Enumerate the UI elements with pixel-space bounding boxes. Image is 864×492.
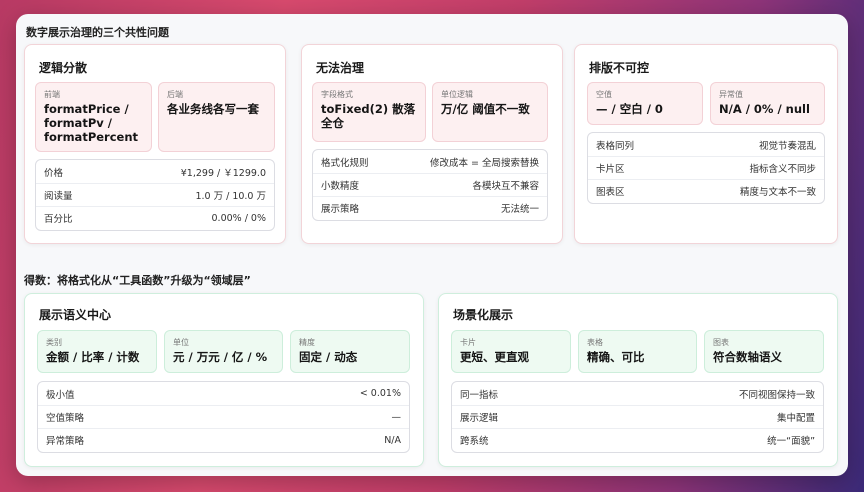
row-value: 各模块互不兼容 [472,181,539,192]
table-row: 极小值 < 0.01% [38,382,409,405]
row-key: 阅读量 [44,191,73,202]
row-key: 空值策略 [46,413,85,424]
chip-label: 精度 [299,338,315,347]
chip-precision: 精度 固定 / 动态 [290,330,410,373]
problem-card-layout-uncontrollable: 排版不可控 空值 — / 空白 / 0 异常值 N/A / 0% / null … [574,44,838,244]
chip-unit: 单位 元 / 万元 / 亿 / % [164,330,283,373]
row-key: 极小值 [46,389,75,401]
chip-label: 空值 [596,90,612,99]
table-row: 展示策略 无法统一 [313,196,547,219]
row-key: 价格 [44,167,64,179]
chip-label: 单位逻辑 [441,90,473,99]
table-row: 展示逻辑 集中配置 [452,405,823,428]
chip-abnormal-value: 异常值 N/A / 0% / null [710,82,825,125]
problem-card-ungovernable: 无法治理 字段格式 toFixed(2) 散落全仓 单位逻辑 万/亿 阈值不一致… [301,44,563,244]
chip-value: N/A / 0% / null [719,102,810,116]
chip-category: 类别 金额 / 比率 / 计数 [37,330,157,373]
chip-label: 单位 [173,338,189,347]
chip-value: 更短、更直观 [460,350,529,364]
chip-value: 金额 / 比率 / 计数 [46,350,140,364]
table-row: 图表区 精度与文本不一致 [588,179,824,202]
section-title-problems: 数字展示治理的三个共性问题 [26,26,169,39]
chip-label: 卡片 [460,338,476,347]
row-key: 表格同列 [596,140,635,152]
row-value: ¥1,299 / ￥1299.0 [180,167,266,179]
row-key: 卡片区 [596,164,625,175]
main-panel: 数字展示治理的三个共性问题 逻辑分散 前端 formatPrice / form… [16,14,848,476]
card-title: 逻辑分散 [39,61,88,75]
row-value: 指标含义不同步 [749,164,816,175]
chip-value: 各业务线各写一套 [167,102,259,116]
card-title: 场景化展示 [453,308,514,322]
chip-null-value: 空值 — / 空白 / 0 [587,82,703,125]
row-value: 不同视图保持一致 [738,389,815,401]
problem-table: 格式化规则 修改成本 = 全局搜索替换 小数精度 各模块互不兼容 展示策略 无法统一 [312,149,548,221]
card-title: 排版不可控 [589,61,650,75]
chip-value: — / 空白 / 0 [596,102,663,116]
table-row: 百分比 0.00% / 0% [36,206,274,229]
row-value: 修改成本 = 全局搜索替换 [430,157,539,169]
chip-label: 字段格式 [321,90,353,99]
row-key: 异常策略 [46,436,85,447]
row-value: 集中配置 [776,413,815,424]
card-title: 无法治理 [316,61,365,75]
row-key: 跨系统 [460,436,489,447]
row-value: 无法统一 [500,204,539,215]
chip-backend: 后端 各业务线各写一套 [158,82,275,152]
row-key: 格式化规则 [321,157,369,169]
row-value: 0.00% / 0% [211,212,267,224]
chip-frontend: 前端 formatPrice / formatPv / formatPercen… [35,82,152,152]
solution-table: 同一指标 不同视图保持一致 展示逻辑 集中配置 跨系统 统一“面貌” [451,381,824,453]
row-value: 精度与文本不一致 [739,187,816,198]
chip-chart: 图表 符合数轴语义 [704,330,824,373]
section-title-solution: 得数：将格式化从“工具函数”升级为“领域层” [24,274,251,287]
table-row: 跨系统 统一“面貌” [452,428,823,451]
solution-card-scenario-display: 场景化展示 卡片 更短、更直观 表格 精确、可比 图表 符合数轴语义 同一指标 不… [438,293,838,467]
chip-value: 精确、可比 [587,350,645,364]
row-value: — [391,411,402,423]
row-value: 视觉节奏混乱 [758,140,816,152]
chip-label: 表格 [587,338,603,347]
chip-table: 表格 精确、可比 [578,330,697,373]
table-row: 价格 ¥1,299 / ￥1299.0 [36,160,274,183]
chip-field-format: 字段格式 toFixed(2) 散落全仓 [312,82,426,142]
table-row: 格式化规则 修改成本 = 全局搜索替换 [313,150,547,173]
table-row: 卡片区 指标含义不同步 [588,156,824,179]
chip-value: 固定 / 动态 [299,350,358,364]
table-row: 同一指标 不同视图保持一致 [452,382,823,405]
problem-table: 表格同列 视觉节奏混乱 卡片区 指标含义不同步 图表区 精度与文本不一致 [587,132,825,204]
chip-label: 图表 [713,338,729,347]
chip-card: 卡片 更短、更直观 [451,330,571,373]
card-title: 展示语义中心 [39,308,112,322]
chip-label: 前端 [44,90,60,99]
row-key: 展示策略 [321,204,360,215]
chip-value: 符合数轴语义 [713,350,782,364]
chip-value: 万/亿 阈值不一致 [441,102,530,116]
row-value: < 0.01% [359,388,401,399]
row-key: 图表区 [596,187,625,198]
chip-value: formatPrice / formatPv / formatPercent [44,102,139,144]
chip-label: 后端 [167,90,183,99]
row-key: 同一指标 [460,389,499,401]
row-key: 小数精度 [321,181,360,192]
row-value: 1.0 万 / 10.0 万 [195,191,266,202]
chip-unit-logic: 单位逻辑 万/亿 阈值不一致 [432,82,548,142]
chip-value: 元 / 万元 / 亿 / % [173,350,268,364]
problem-card-logic-scattered: 逻辑分散 前端 formatPrice / formatPv / formatP… [24,44,286,244]
table-row: 异常策略 N/A [38,428,409,451]
table-row: 阅读量 1.0 万 / 10.0 万 [36,183,274,206]
chip-value: toFixed(2) 散落全仓 [321,102,416,130]
problem-table: 价格 ¥1,299 / ￥1299.0 阅读量 1.0 万 / 10.0 万 百分比… [35,159,275,231]
table-row: 表格同列 视觉节奏混乱 [588,133,824,156]
solution-table: 极小值 < 0.01% 空值策略 — 异常策略 N/A [37,381,410,453]
chip-label: 异常值 [719,90,743,99]
row-key: 展示逻辑 [460,413,499,424]
table-row: 小数精度 各模块互不兼容 [313,173,547,196]
solution-card-semantic-center: 展示语义中心 类别 金额 / 比率 / 计数 单位 元 / 万元 / 亿 / %… [24,293,424,467]
row-value: N/A [384,434,401,446]
row-value: 统一“面貌” [767,436,815,447]
table-row: 空值策略 — [38,405,409,428]
chip-label: 类别 [46,338,62,347]
row-key: 百分比 [44,214,73,225]
